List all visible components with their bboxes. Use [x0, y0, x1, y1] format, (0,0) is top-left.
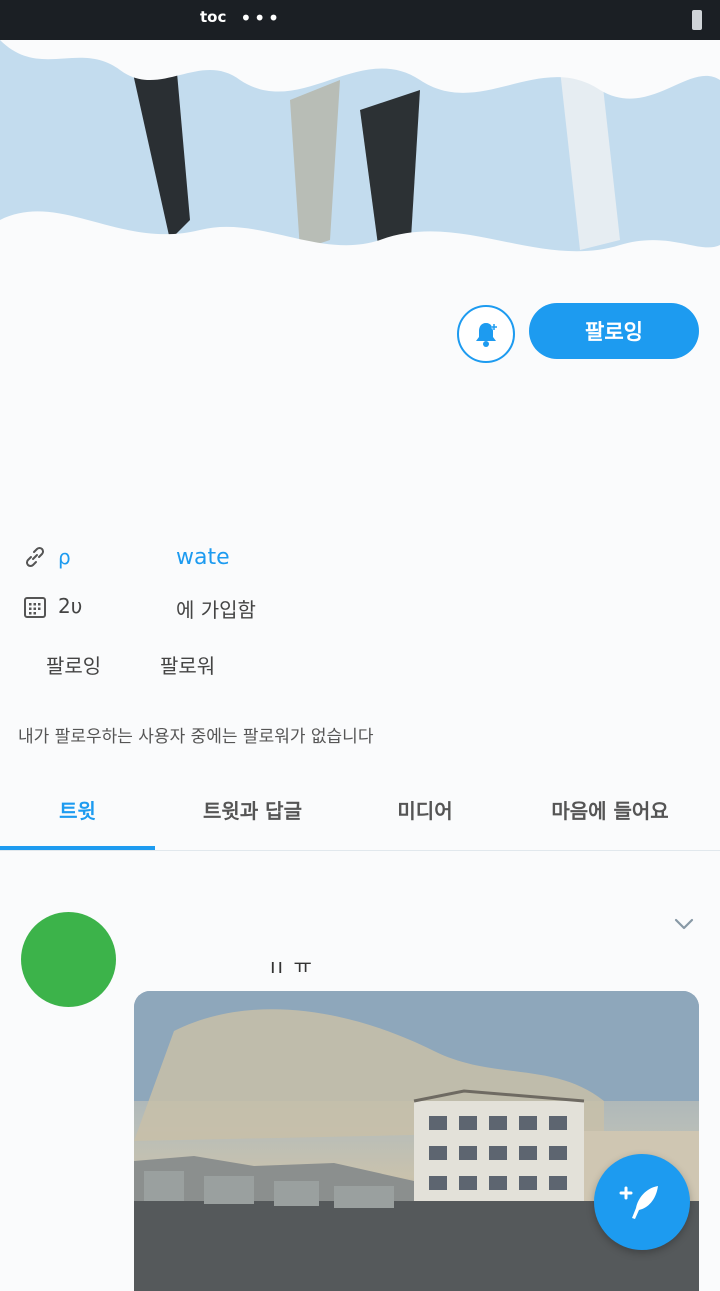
- website-row: [22, 544, 48, 570]
- tweet-text: ıı ㅠ: [270, 954, 314, 978]
- join-date-row: [22, 594, 48, 620]
- following-count-link[interactable]: 팔로잉: [46, 650, 101, 679]
- profile-tabs: 트윗 트윗과 답글 미디어 마음에 들어요: [0, 770, 720, 851]
- mutual-followers-note: 내가 팔로우하는 사용자 중에는 팔로워가 없습니다: [18, 727, 374, 747]
- calendar-icon: [22, 594, 48, 620]
- tab-media[interactable]: 미디어: [355, 770, 495, 848]
- more-icon: •••: [240, 6, 282, 30]
- active-tab-indicator: [0, 846, 155, 850]
- followers-count-link[interactable]: 팔로워: [160, 650, 215, 679]
- status-bar: toc •••: [0, 0, 720, 40]
- join-date-text: 에 가입함: [176, 598, 256, 622]
- tweet-photo: [134, 991, 699, 1291]
- following-button[interactable]: 팔로잉: [529, 303, 699, 359]
- tab-tweets-and-replies[interactable]: 트윗과 답글: [160, 770, 345, 848]
- join-date-prefix: 2υ: [58, 594, 83, 618]
- battery-icon: [692, 10, 702, 30]
- bell-plus-icon: [476, 323, 497, 347]
- tab-tweets[interactable]: 트윗: [0, 770, 155, 848]
- tab-likes[interactable]: 마음에 들어요: [510, 770, 710, 848]
- profile-banner[interactable]: [0, 40, 720, 282]
- compose-quill-icon: [619, 1186, 658, 1219]
- website-prefix[interactable]: ρ: [58, 545, 71, 569]
- status-text: toc: [200, 8, 227, 26]
- compose-tweet-button[interactable]: [594, 1154, 690, 1250]
- tweet-media-image[interactable]: [134, 991, 699, 1291]
- notifications-bell-button[interactable]: [457, 305, 515, 363]
- link-icon: [22, 544, 48, 570]
- banner-image: [0, 40, 720, 282]
- chevron-down-icon[interactable]: [672, 912, 696, 940]
- avatar[interactable]: [21, 912, 116, 1007]
- website-link[interactable]: wate: [176, 545, 230, 570]
